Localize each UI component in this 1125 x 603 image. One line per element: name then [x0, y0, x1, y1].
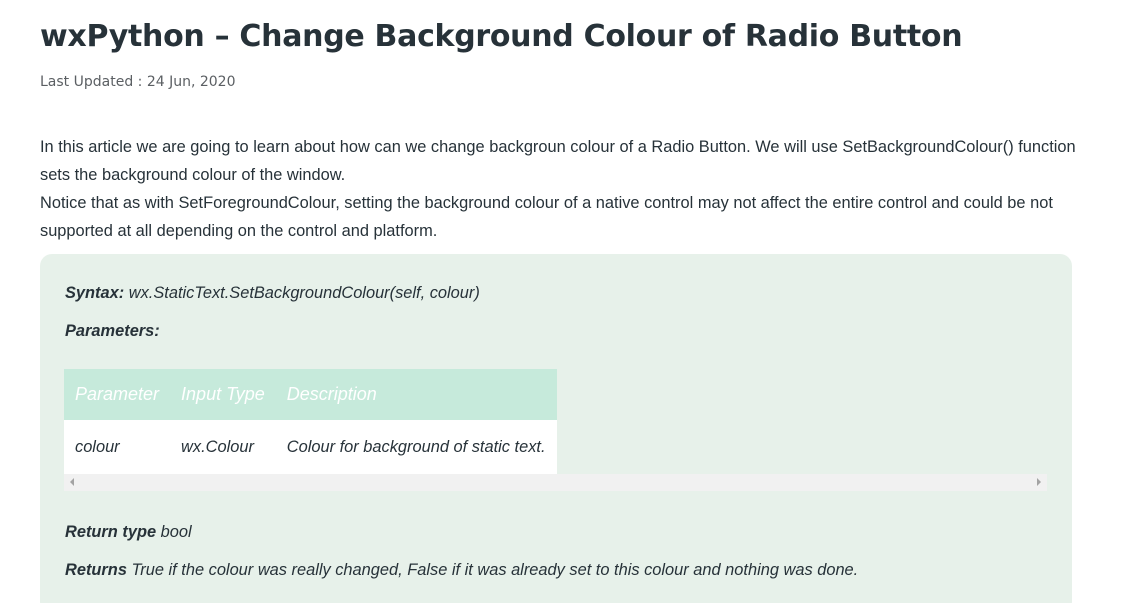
syntax-label: Syntax: [65, 284, 125, 302]
parameters-label: Parameters: [65, 322, 160, 340]
header-description: Description [275, 369, 557, 420]
header-parameter: Parameter [64, 369, 171, 420]
parameters-table-container[interactable]: Parameter Input Type Description colour … [64, 369, 1047, 491]
cell-parameter: colour [75, 437, 120, 456]
scroll-left-arrow-icon[interactable] [70, 478, 74, 486]
last-updated-date: Last Updated : 24 Jun, 2020 [40, 74, 236, 90]
horizontal-scrollbar[interactable] [64, 474, 1047, 491]
cell-input-type: wx.Colour [181, 437, 254, 456]
parameters-heading: Parameters: [65, 319, 160, 343]
syntax-box: Syntax: wx.StaticText.SetBackgroundColou… [40, 254, 1072, 603]
parameters-table: Parameter Input Type Description colour … [64, 369, 557, 474]
returns-label: Returns [65, 561, 127, 579]
scroll-right-arrow-icon[interactable] [1037, 478, 1041, 486]
return-type-label: Return type [65, 523, 157, 541]
header-input-type: Input Type [170, 369, 276, 420]
return-type-line: Return type bool [65, 520, 192, 544]
returns-value: True if the colour was really changed, F… [126, 561, 859, 579]
syntax-line: Syntax: wx.StaticText.SetBackgroundColou… [65, 281, 480, 305]
intro-paragraph-1: In this article we are going to learn ab… [40, 138, 1076, 184]
syntax-value: wx.StaticText.SetBackgroundColour(self, … [124, 284, 480, 302]
article-title: wxPython – Change Background Colour of R… [40, 19, 963, 54]
cell-description: Colour for background of static text. [286, 437, 546, 456]
table-header-row: Parameter Input Type Description [64, 369, 557, 420]
table-row: colour wx.Colour Colour for background o… [64, 420, 557, 474]
intro-paragraph-2: Notice that as with SetForegroundColour,… [40, 194, 1053, 240]
return-type-value: bool [156, 523, 192, 541]
returns-line: Returns True if the colour was really ch… [65, 558, 858, 582]
article-intro: In this article we are going to learn ab… [40, 133, 1080, 245]
